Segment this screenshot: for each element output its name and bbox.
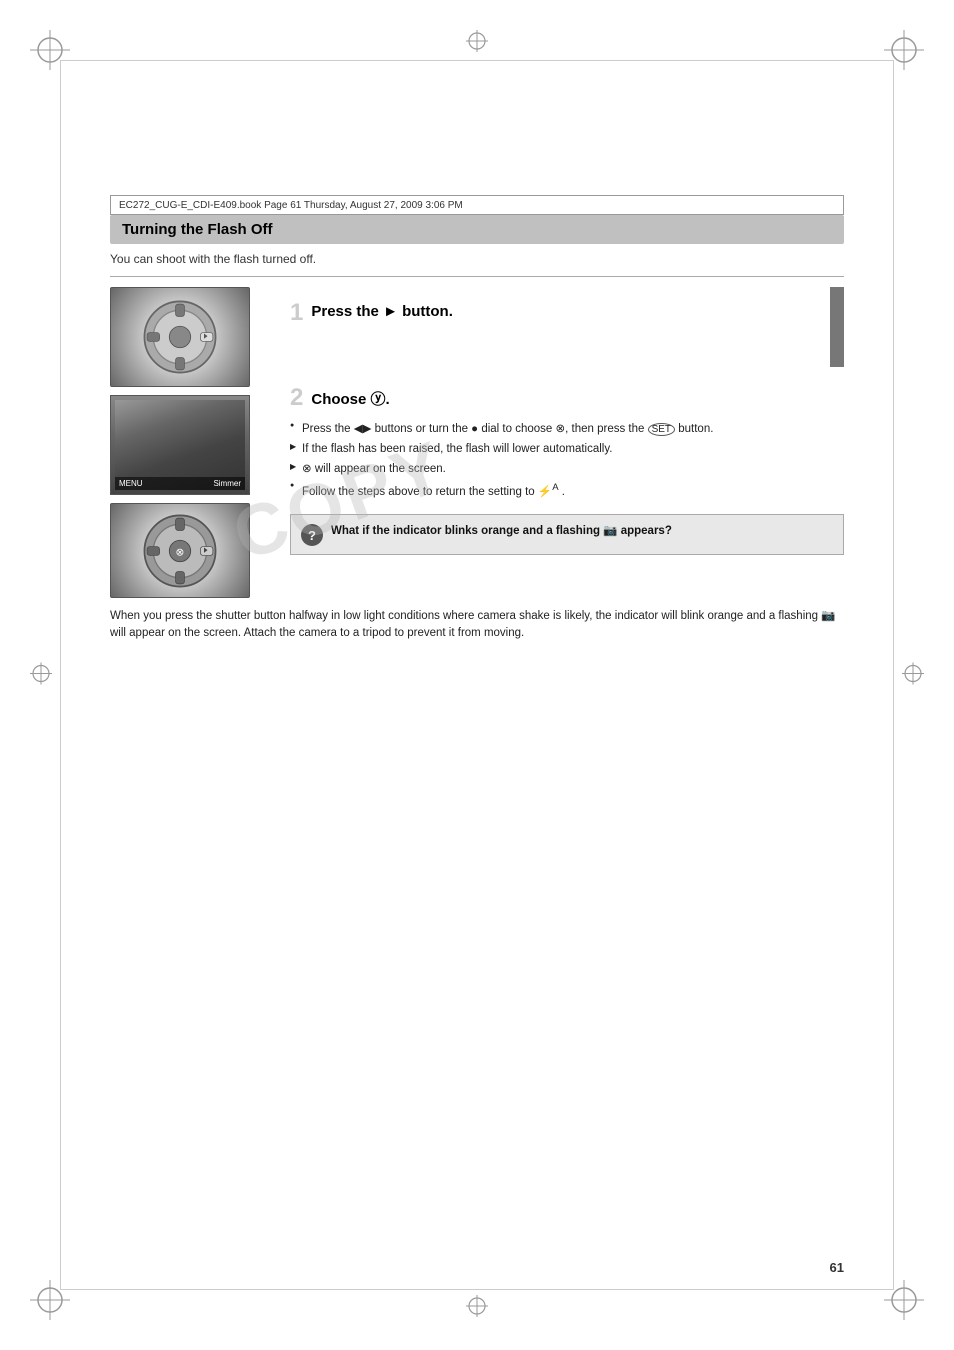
corner-mark-br	[884, 1280, 924, 1320]
svg-text:⊗: ⊗	[176, 546, 185, 558]
reg-mark-ml	[30, 663, 52, 688]
question-box: ? What if the indicator blinks orange an…	[290, 514, 844, 555]
step1-title: Press the ► button.	[311, 303, 453, 320]
corner-mark-tl	[30, 30, 70, 70]
section-title: Turning the Flash Off	[110, 215, 844, 244]
corner-mark-bl	[30, 1280, 70, 1320]
question-text: What if the indicator blinks orange and …	[331, 523, 672, 539]
step2-bullet-3: ⊗ will appear on the screen.	[290, 461, 844, 477]
steps-container: ⚡ ▶ MENUSimmer	[110, 287, 844, 598]
answer-text: When you press the shutter button halfwa…	[110, 608, 844, 643]
reg-mark-bc	[466, 1295, 488, 1320]
step2-title: Choose ⓨ.	[311, 388, 389, 409]
step1-image	[110, 287, 250, 387]
question-icon: ?	[301, 524, 323, 546]
step1-number: 1	[290, 301, 303, 325]
section-divider	[110, 276, 844, 277]
reg-mark-mr	[902, 663, 924, 688]
corner-mark-tr	[884, 30, 924, 70]
step2-bullet-4: Follow the steps above to return the set…	[290, 481, 844, 500]
reg-mark-tc	[466, 30, 488, 55]
file-info-text: EC272_CUG-E_CDI-E409.book Page 61 Thursd…	[119, 200, 463, 211]
content-area: Turning the Flash Off You can shoot with…	[110, 215, 844, 1230]
step2-bullet-1: Press the ◀▶ buttons or turn the ● dial …	[290, 421, 844, 437]
step2-image: ⚡ ▶ MENUSimmer	[110, 395, 250, 495]
accent-bar	[830, 287, 844, 367]
step2-bullets: Press the ◀▶ buttons or turn the ● dial …	[290, 421, 844, 500]
file-info-bar: EC272_CUG-E_CDI-E409.book Page 61 Thursd…	[110, 195, 844, 215]
step2: 2 Choose ⓨ. Press the ◀▶ buttons or turn…	[290, 386, 844, 500]
step2-number: 2	[290, 386, 303, 410]
images-column: ⚡ ▶ MENUSimmer	[110, 287, 270, 598]
step1: 1 Press the ► button.	[290, 301, 844, 326]
intro-text: You can shoot with the flash turned off.	[110, 252, 844, 266]
step2-bullet-2: If the flash has been raised, the flash …	[290, 441, 844, 457]
step2b-image: ⊗	[110, 503, 250, 598]
steps-column: 1 Press the ► button. 2 Choose ⓨ. Press …	[270, 287, 844, 598]
page-number: 61	[830, 1260, 844, 1275]
